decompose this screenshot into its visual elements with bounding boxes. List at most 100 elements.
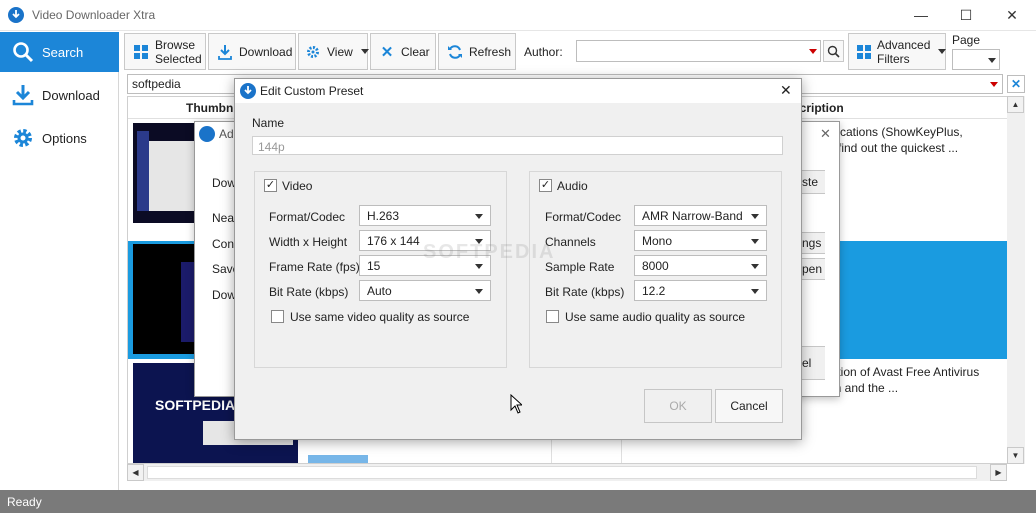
audio-bitrate-select[interactable]: 12.2 (634, 280, 767, 301)
close-button[interactable]: ✕ (989, 0, 1035, 30)
maximize-button[interactable]: ☐ (943, 0, 989, 30)
dialog-title-bar: Edit Custom Preset ✕ (235, 79, 801, 103)
video-same-quality-checkbox[interactable] (271, 310, 284, 323)
mouse-cursor-icon (510, 394, 522, 414)
search-icon (10, 39, 36, 65)
audio-group: ✓ Audio Format/Codec AMR Narrow-Band Cha… (529, 171, 782, 368)
clear-label: Clear (401, 44, 430, 59)
audio-format-label: Format/Codec (545, 210, 622, 224)
sidebar-item-label: Download (42, 87, 100, 103)
chevron-down-icon (751, 239, 759, 244)
page-label: Page (952, 33, 981, 47)
title-bar: Video Downloader Xtra — ☐ ✕ (0, 0, 1036, 31)
row-description: o find out the quickest ... (828, 141, 959, 155)
cancel-button[interactable]: Cancel (715, 389, 783, 423)
browse-label-line2: Selected (155, 51, 202, 66)
chevron-down-icon (475, 214, 483, 219)
video-enabled-label: Video (282, 179, 313, 193)
clear-search-button[interactable]: ✕ (1007, 75, 1025, 93)
open-button[interactable]: pen (801, 258, 825, 280)
audio-samplerate-select[interactable]: 8000 (634, 255, 767, 276)
chevron-down-icon (360, 49, 369, 54)
audio-same-quality-checkbox[interactable] (546, 310, 559, 323)
name-label: Name (252, 116, 285, 130)
browse-icon (132, 43, 150, 61)
video-bitrate-label: Bit Rate (kbps) (269, 285, 349, 299)
download-icon (10, 82, 36, 108)
sidebar: Search Download Options (0, 32, 119, 490)
cancel-behind-button[interactable]: el (801, 346, 825, 380)
sidebar-item-download[interactable]: Download (0, 75, 119, 115)
paste-button[interactable]: ste (801, 170, 825, 194)
close-icon: ✕ (380, 43, 394, 61)
audio-bitrate-label: Bit Rate (kbps) (545, 285, 625, 299)
advanced-label-line2: Filters (877, 51, 910, 66)
field-label: Dow (212, 176, 237, 190)
sidebar-item-options[interactable]: Options (0, 118, 119, 158)
video-bitrate-select[interactable]: Auto (359, 280, 491, 301)
scroll-up-button[interactable]: ▲ (1007, 96, 1024, 113)
dialog-app-icon (199, 126, 215, 142)
download-icon (216, 43, 234, 61)
scroll-right-button[interactable]: ▶ (990, 464, 1007, 481)
sidebar-item-search[interactable]: Search (0, 32, 119, 72)
status-bar: Ready (0, 490, 1036, 513)
dialog-body: Name 144p ✓ Video Format/Codec H.263 Wid… (235, 103, 801, 439)
view-button[interactable]: View (298, 33, 369, 70)
ok-button[interactable]: OK (644, 389, 712, 423)
refresh-icon (446, 43, 464, 61)
minimize-button[interactable]: — (898, 0, 944, 30)
app-download-icon (8, 7, 24, 23)
advanced-label-line1: Advanced (877, 37, 931, 52)
view-label: View (327, 44, 353, 59)
search-query-value: softpedia (132, 77, 181, 91)
status-text: Ready (7, 495, 42, 509)
video-same-quality-label: Use same video quality as source (290, 310, 470, 324)
chevron-down-icon (751, 264, 759, 269)
chevron-down-icon (475, 264, 483, 269)
browse-selected-button[interactable]: Browse Selected (124, 33, 206, 70)
settings-button[interactable]: ngs (801, 232, 825, 254)
audio-format-select[interactable]: AMR Narrow-Band (634, 205, 767, 226)
scroll-left-button[interactable]: ◀ (127, 464, 144, 481)
field-label: Dow (212, 288, 237, 302)
row-description: plications (ShowKeyPlus, (828, 125, 963, 139)
refresh-button[interactable]: Refresh (438, 33, 516, 70)
field-label: Nea (212, 211, 235, 225)
chevron-down-icon (751, 214, 759, 219)
field-label: Con (212, 237, 235, 251)
audio-enabled-checkbox[interactable]: ✓ (539, 179, 552, 192)
name-input[interactable]: 144p (252, 136, 783, 155)
page-select[interactable] (952, 49, 1000, 70)
advanced-filters-button[interactable]: Advanced Filters (848, 33, 947, 70)
gear-icon (10, 125, 36, 151)
author-input[interactable] (576, 40, 821, 62)
video-enabled-checkbox[interactable]: ✓ (264, 179, 277, 192)
chevron-down-icon (809, 49, 817, 54)
close-icon[interactable]: ✕ (820, 126, 831, 142)
scroll-down-button[interactable]: ▼ (1007, 447, 1024, 464)
row-description: dition of Avast Free Antivirus (828, 365, 980, 379)
chevron-down-icon (751, 289, 759, 294)
horizontal-scrollbar[interactable]: ◀ ▶ (127, 464, 1007, 481)
dialog-close-button[interactable]: ✕ (780, 82, 792, 99)
thumbnail-softpedia-text: SOFTPEDIA (155, 397, 236, 413)
search-author-button[interactable] (823, 40, 844, 62)
video-size-label: Width x Height (269, 235, 348, 249)
search-icon (827, 45, 840, 58)
video-format-select[interactable]: H.263 (359, 205, 491, 226)
clear-button[interactable]: ✕ Clear (370, 33, 436, 70)
video-format-label: Format/Codec (269, 210, 346, 224)
scroll-thumb[interactable] (147, 466, 977, 479)
sidebar-item-label: Search (42, 44, 84, 60)
download-button[interactable]: Download (208, 33, 296, 70)
chevron-down-icon (938, 49, 947, 54)
audio-channels-select[interactable]: Mono (634, 230, 767, 251)
chevron-down-icon (990, 82, 998, 87)
audio-same-quality-label: Use same audio quality as source (565, 310, 746, 324)
vertical-scrollbar[interactable]: ▲ ▼ (1007, 96, 1025, 464)
chevron-down-icon (988, 58, 996, 63)
filter-grid-icon (856, 43, 872, 61)
refresh-label: Refresh (469, 44, 512, 59)
column-header-thumbnail: Thumbn (186, 101, 234, 115)
